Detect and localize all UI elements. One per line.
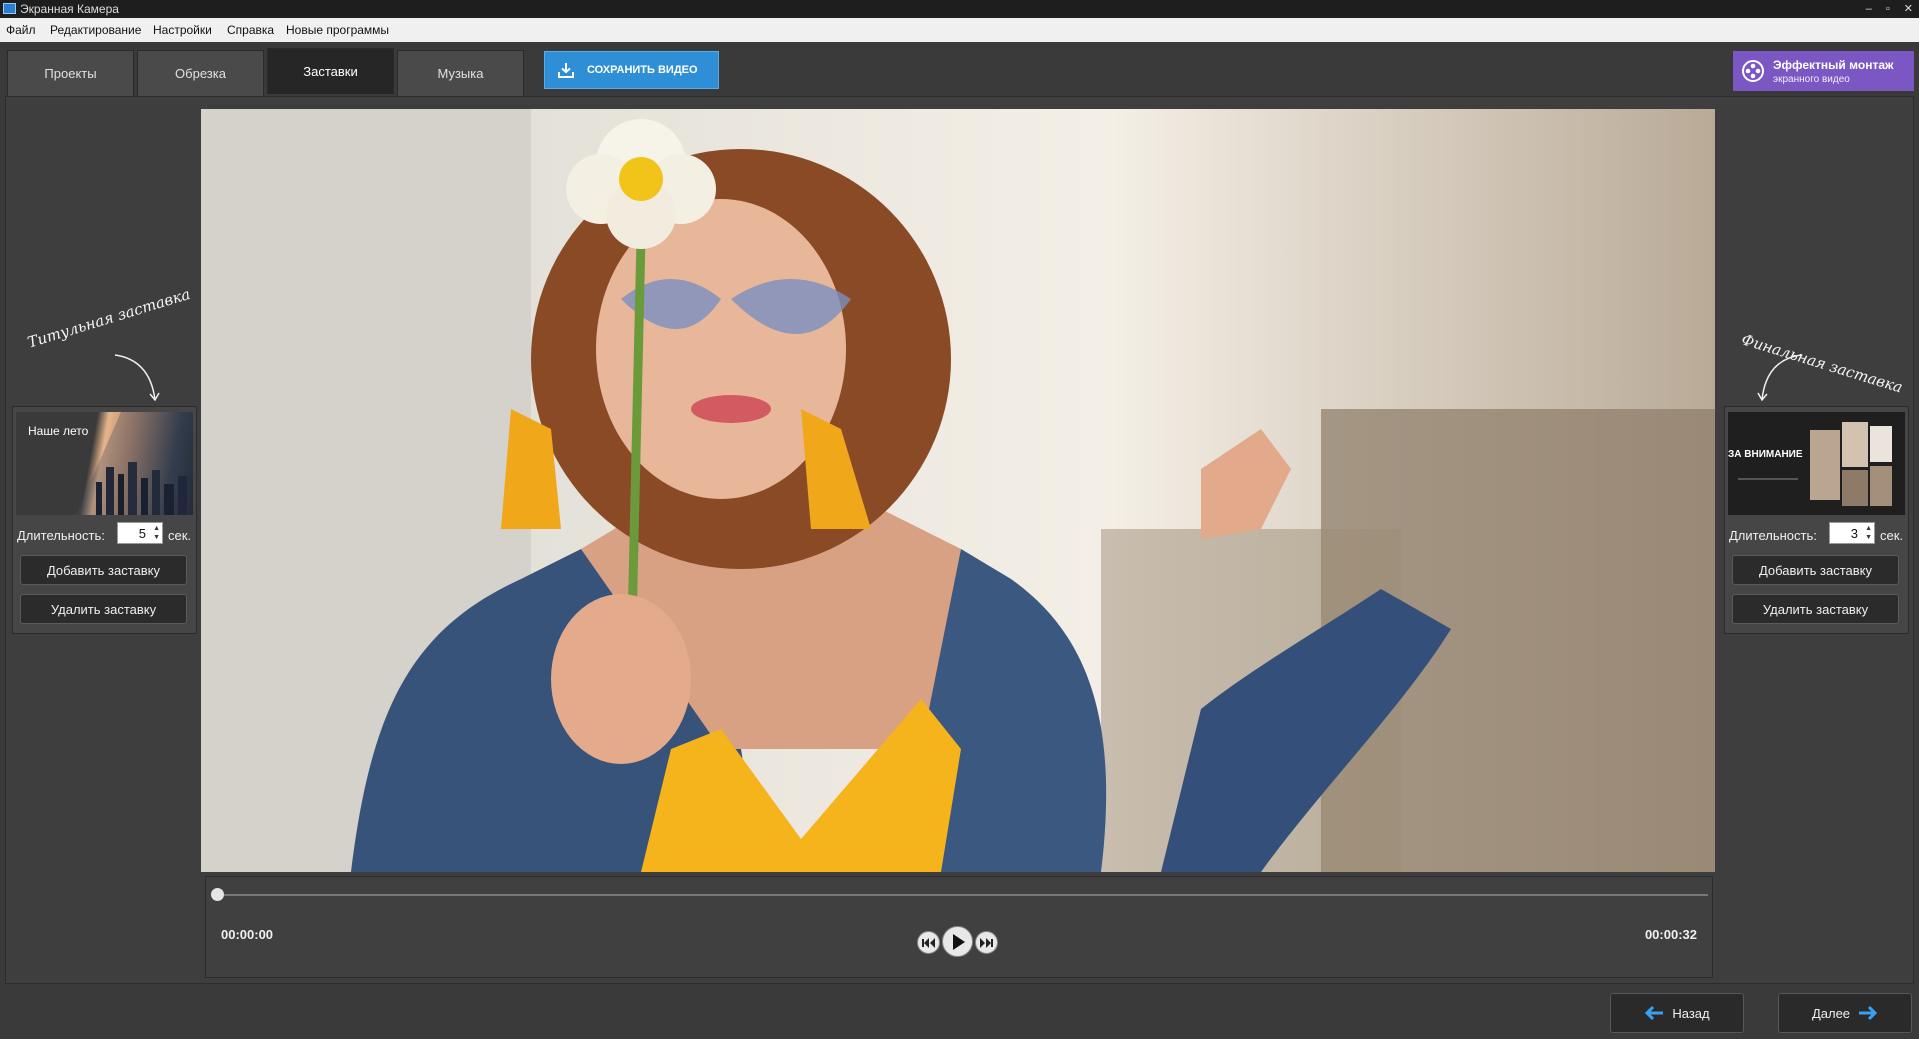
next-button[interactable] — [975, 931, 998, 954]
menu-help[interactable]: Справка — [227, 23, 274, 37]
final-outro-thumbnail[interactable]: ЗА ВНИМАНИЕ — [1728, 412, 1905, 515]
duration-label: Длительность: — [1729, 528, 1817, 543]
skip-forward-icon — [980, 937, 993, 948]
play-button[interactable] — [942, 926, 973, 957]
tab-music[interactable]: Музыка — [397, 50, 524, 96]
add-outro-button[interactable]: Добавить заставку — [1732, 555, 1899, 585]
download-icon — [558, 63, 574, 78]
tab-projects[interactable]: Проекты — [7, 50, 134, 96]
previous-button[interactable] — [917, 931, 940, 954]
play-icon — [952, 933, 965, 950]
player-controls: 00:00:00 00:00:32 — [205, 876, 1713, 978]
duration-value: 5 — [138, 526, 146, 541]
outro-collage — [1738, 422, 1892, 506]
menu-bar: Файл Редактирование Настройки Справка Но… — [0, 18, 1919, 42]
duration-spinner[interactable]: 5 ▲ ▼ — [117, 522, 163, 544]
close-icon[interactable]: ✕ — [1904, 0, 1913, 18]
maximize-icon[interactable]: ▫ — [1886, 0, 1890, 18]
total-time: 00:00:32 — [1644, 927, 1697, 942]
menu-settings[interactable]: Настройки — [153, 23, 212, 37]
duration-unit: сек. — [168, 528, 192, 543]
current-time: 00:00:00 — [221, 927, 274, 942]
video-preview[interactable] — [201, 109, 1715, 872]
promo-subtitle: экранного видео — [1773, 73, 1850, 85]
curved-arrow-icon — [114, 354, 160, 402]
arrow-right-icon — [1859, 1005, 1878, 1021]
next-step-button[interactable]: Далее — [1778, 993, 1912, 1033]
arrow-left-icon — [1645, 1005, 1664, 1021]
menu-edit[interactable]: Редактирование — [50, 23, 141, 37]
duration-unit: сек. — [1880, 528, 1904, 543]
save-video-label: СОХРАНИТЬ ВИДЕО — [587, 64, 698, 76]
tab-trim[interactable]: Обрезка — [137, 50, 264, 96]
remove-outro-button[interactable]: Удалить заставку — [1732, 594, 1899, 624]
title-intro-panel: Наше лето Длительность: 5 ▲ ▼ сек. Добави… — [12, 406, 197, 634]
skip-back-icon — [922, 937, 935, 948]
menu-new-programs[interactable]: Новые программы — [286, 23, 389, 37]
back-button[interactable]: Назад — [1610, 993, 1744, 1033]
duration-value: 3 — [1850, 526, 1858, 541]
film-reel-icon — [1742, 60, 1764, 82]
duration-label: Длительность: — [17, 528, 105, 543]
save-video-button[interactable]: СОХРАНИТЬ ВИДЕО — [544, 51, 719, 89]
title-intro-thumbnail[interactable]: Наше лето — [16, 412, 193, 515]
window-title: Экранная Камера — [20, 2, 119, 16]
duration-spinner[interactable]: 3 ▲ ▼ — [1829, 522, 1875, 544]
next-label: Далее — [1811, 1005, 1851, 1021]
back-label: Назад — [1672, 1005, 1710, 1021]
spinner-arrows-icon[interactable]: ▲ ▼ — [153, 524, 160, 542]
timeline-track[interactable] — [216, 894, 1708, 896]
tab-intros[interactable]: Заставки — [267, 48, 394, 94]
final-outro-panel: ЗА ВНИМАНИЕ Длительность: 3 ▲ ▼ сек. Доба… — [1724, 406, 1909, 634]
video-frame — [201, 109, 1715, 872]
minimize-icon[interactable]: – — [1866, 0, 1872, 18]
title-bar: Экранная Камера – ▫ ✕ — [0, 0, 1919, 18]
menu-file[interactable]: Файл — [6, 23, 36, 37]
promo-title: Эффектный монтаж — [1773, 57, 1894, 72]
top-toolbar: Проекты Обрезка Заставки Музыка СОХРАНИТ… — [0, 42, 1919, 96]
promo-banner[interactable]: Эффектный монтаж экранного видео — [1733, 51, 1914, 91]
add-intro-button[interactable]: Добавить заставку — [20, 555, 187, 585]
thumb-title-text: Наше лето — [28, 424, 89, 438]
curved-arrow-icon — [1757, 354, 1802, 402]
app-icon — [3, 3, 16, 14]
timeline-knob[interactable] — [211, 888, 224, 901]
spinner-arrows-icon[interactable]: ▲ ▼ — [1865, 524, 1872, 542]
outro-thumb-text: ЗА ВНИМАНИЕ — [1728, 449, 1803, 460]
remove-intro-button[interactable]: Удалить заставку — [20, 594, 187, 624]
